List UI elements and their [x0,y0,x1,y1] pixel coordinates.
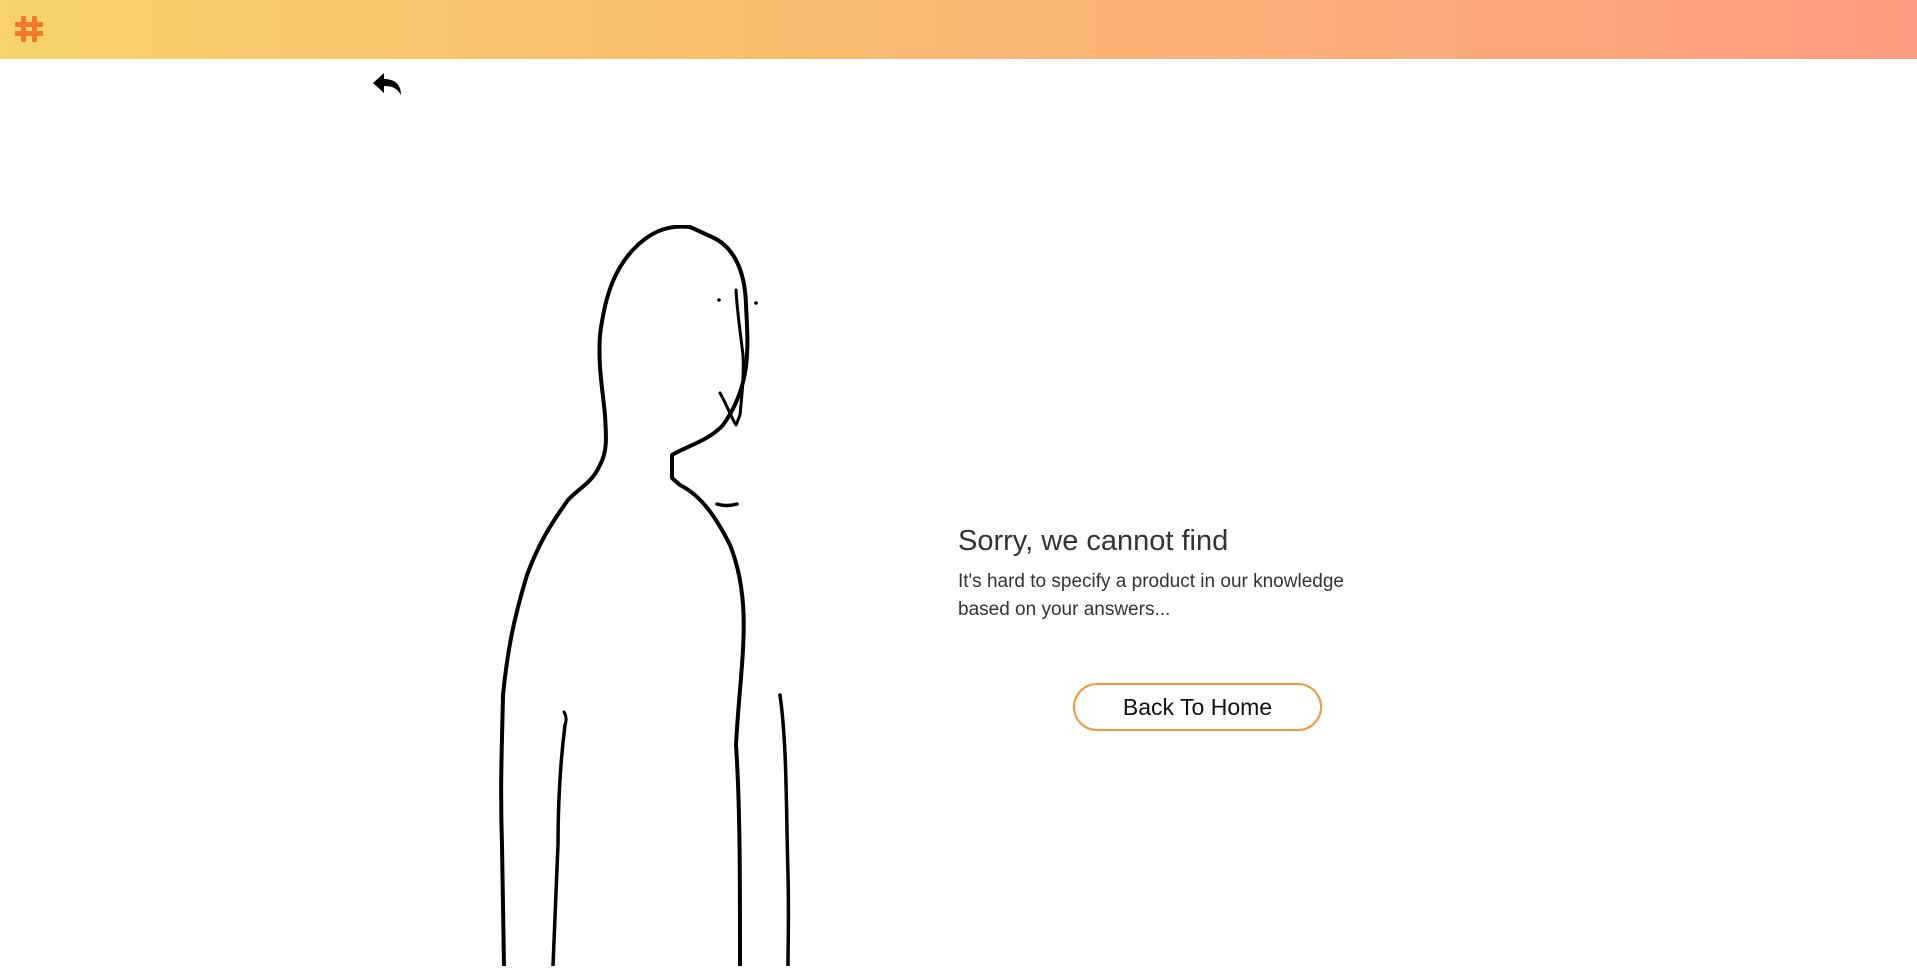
sad-person-illustration [490,224,850,968]
not-found-title: Sorry, we cannot find [958,525,1229,557]
top-header-bar [0,0,1917,59]
brand-logo-icon[interactable] [14,14,44,44]
not-found-description: It's hard to specify a product in our kn… [958,571,1344,620]
back-to-home-button[interactable]: Back To Home [1073,683,1322,731]
not-found-message: Sorry, we cannot find It's hard to speci… [958,518,1398,624]
reply-arrow-icon[interactable] [371,71,403,99]
